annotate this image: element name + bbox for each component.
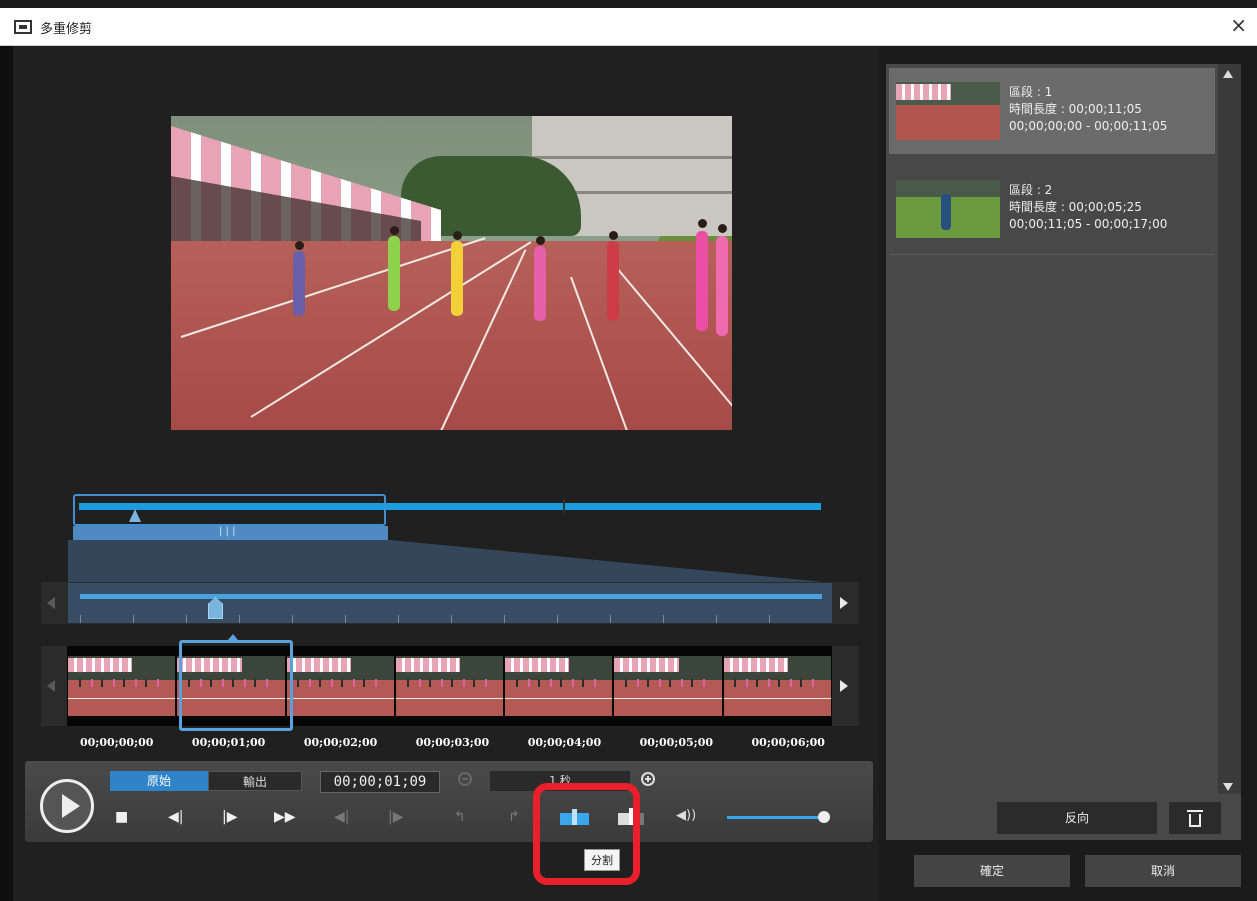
overview-zoom-window[interactable]	[73, 494, 386, 526]
video-preview	[171, 116, 732, 430]
clip-range: 00;00;11;05 - 00;00;17;00	[1009, 217, 1168, 231]
zoom-out-icon[interactable]	[458, 772, 472, 786]
scroll-up-icon[interactable]	[1223, 70, 1233, 78]
time-label: 00;00;06;00	[751, 736, 825, 749]
close-icon[interactable]: ×	[1230, 13, 1247, 37]
clip-item[interactable]: 區段 : 1 時間長度 : 00;00;11;05 00;00;00;00 - …	[889, 68, 1215, 154]
segment-divider	[563, 499, 565, 513]
time-label: 00;00;03;00	[415, 736, 490, 749]
time-label: 00;00;05;00	[639, 736, 714, 749]
window-title: 多重修剪	[40, 22, 93, 37]
go-to-in-icon[interactable]: ↰	[454, 808, 466, 826]
next-frame-icon[interactable]: |▶	[222, 808, 237, 826]
volume-icon[interactable]: ◀))	[676, 808, 696, 823]
ok-button[interactable]: 確定	[914, 855, 1070, 887]
previous-frame-icon[interactable]: ◀|	[168, 808, 183, 826]
film-frame[interactable]	[286, 656, 394, 716]
clip-label: 區段 : 1	[1009, 85, 1053, 99]
cancel-button[interactable]: 取消	[1085, 855, 1241, 887]
zoom-in-icon[interactable]	[641, 772, 655, 786]
film-frame[interactable]	[723, 656, 831, 716]
timeline-ticks	[80, 615, 822, 623]
clip-thumbnail	[896, 82, 1000, 140]
time-label: 00;00;02;00	[303, 736, 378, 749]
filmstrip-time-labels: 00;00;00;00 00;00;01;00 00;00;02;00 00;0…	[80, 736, 825, 749]
film-frame[interactable]	[68, 656, 176, 716]
clip-list-scrollbar[interactable]	[1218, 64, 1241, 794]
app-icon	[14, 20, 32, 34]
film-frame[interactable]	[395, 656, 504, 716]
clip-range: 00;00;00;00 - 00;00;11;05	[1009, 119, 1168, 133]
film-frame[interactable]	[614, 656, 722, 716]
filmstrip-right-icon[interactable]	[840, 680, 848, 692]
mark-in-icon[interactable]: ◀|	[334, 808, 349, 826]
mark-out-icon[interactable]: |▶	[388, 808, 403, 826]
fast-forward-icon[interactable]: ▶▶	[274, 808, 296, 826]
stop-icon[interactable]: ■	[115, 808, 128, 826]
scroll-right-icon[interactable]	[840, 597, 848, 609]
filmstrip-left-icon[interactable]	[47, 680, 55, 692]
play-button[interactable]	[40, 779, 94, 833]
go-to-out-icon[interactable]: ↱	[508, 808, 520, 826]
volume-slider-knob[interactable]	[818, 811, 830, 823]
clip-item[interactable]: 區段 : 2 時間長度 : 00;00;05;25 00;00;11;05 - …	[889, 166, 1215, 252]
highlight-box	[533, 783, 640, 885]
clip-divider	[889, 254, 1215, 255]
trash-icon	[1187, 810, 1203, 812]
reverse-button[interactable]: 反向	[997, 802, 1157, 834]
zoom-window-handle[interactable]: | | |	[73, 526, 388, 540]
overview-playhead[interactable]	[129, 509, 141, 522]
title-bar: 多重修剪 ×	[0, 8, 1257, 46]
timecode-field[interactable]: 00;00;01;09	[320, 771, 440, 793]
clip-duration: 時間長度 : 00;00;05;25	[1009, 200, 1142, 214]
time-label: 00;00;04;00	[527, 736, 602, 749]
clip-label: 區段 : 2	[1009, 183, 1053, 197]
clip-thumbnail	[896, 180, 1000, 238]
clip-duration: 時間長度 : 00;00;11;05	[1009, 102, 1142, 116]
filmstrip-selection[interactable]	[179, 640, 293, 731]
background-strip	[0, 46, 13, 901]
film-frame[interactable]	[505, 656, 613, 716]
tab-output[interactable]: 輸出	[208, 771, 302, 791]
scroll-down-icon[interactable]	[1223, 783, 1233, 791]
tab-original[interactable]: 原始	[110, 771, 208, 791]
time-label: 00;00;00;00	[80, 736, 154, 749]
delete-button[interactable]	[1169, 802, 1221, 834]
zoomed-timeline-bar	[80, 594, 822, 599]
time-label: 00;00;01;00	[191, 736, 266, 749]
volume-slider[interactable]	[727, 816, 823, 819]
scroll-left-icon[interactable]	[47, 597, 55, 609]
